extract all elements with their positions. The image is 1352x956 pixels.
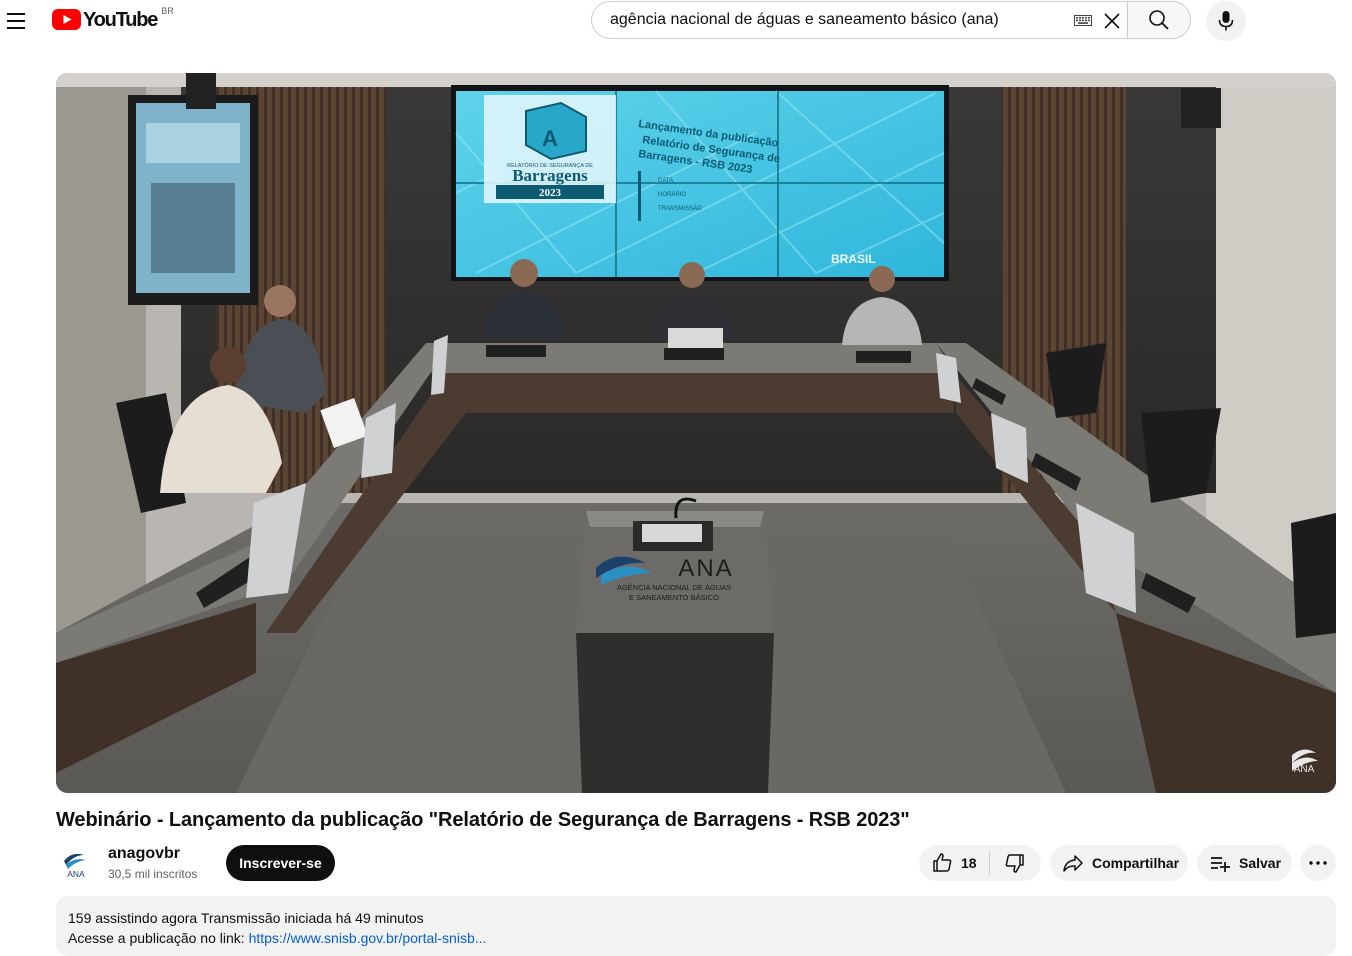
search-box[interactable] (591, 1, 1127, 39)
like-count: 18 (961, 855, 977, 871)
like-button[interactable]: 18 (919, 845, 989, 881)
slide-item-transmissao: TRANSMISSÃO (658, 205, 702, 212)
description-text: Acesse a publicação no link: https://www… (68, 928, 1324, 948)
save-label: Salvar (1239, 855, 1282, 871)
youtube-play-icon (52, 9, 81, 30)
search-input[interactable] (608, 10, 1062, 30)
menu-icon[interactable] (4, 9, 28, 33)
dislike-button[interactable] (990, 845, 1040, 881)
top-bar: YouTube BR (0, 0, 1352, 42)
view-stats: 159 assistindo agora Transmissão iniciad… (68, 910, 424, 926)
thumbs-up-icon (933, 853, 952, 872)
slide-item-horario: HORÁRIO (658, 191, 686, 198)
video-title: Webinário - Lançamento da publicação "Re… (56, 809, 910, 831)
channel-name[interactable]: anagovbr (108, 845, 180, 863)
svg-text:ANA: ANA (67, 869, 85, 879)
share-label: Compartilhar (1092, 855, 1180, 871)
podium-logo: ANA (678, 555, 733, 582)
clear-search-icon[interactable] (1102, 11, 1122, 31)
search-button[interactable] (1127, 1, 1191, 39)
description-box[interactable]: 159 assistindo agora Transmissão iniciad… (56, 896, 1336, 956)
share-button[interactable]: Compartilhar (1050, 845, 1188, 881)
slide-item-data: DATA (658, 178, 673, 184)
voice-search-button[interactable] (1206, 1, 1246, 41)
slide-brand: BRASIL (831, 252, 876, 266)
subscriber-count: 30,5 mil inscritos (108, 867, 198, 881)
channel-avatar[interactable]: ANA (56, 843, 96, 883)
playlist-add-icon (1211, 857, 1230, 872)
more-horizontal-icon (1309, 861, 1327, 865)
description-link[interactable]: https://www.snisb.gov.br/portal-snisb... (249, 930, 487, 946)
thumbs-down-icon (1005, 854, 1024, 873)
podium-line2: E SANEAMENTO BÁSICO (629, 593, 719, 602)
slide-year: 2023 (539, 187, 562, 199)
microphone-icon (1218, 11, 1234, 31)
save-button[interactable]: Salvar (1197, 845, 1292, 881)
keyboard-icon[interactable] (1074, 15, 1092, 26)
description-prefix: Acesse a publicação no link: (68, 930, 249, 946)
more-actions-button[interactable] (1300, 845, 1336, 881)
podium-line1: AGÊNCIA NACIONAL DE ÁGUAS (617, 583, 731, 592)
svg-text:A: A (542, 126, 558, 151)
video-frame: A RELATÓRIO DE SEGURANÇA DE Barragens 20… (56, 73, 1336, 793)
ana-logo-icon: ANA (56, 843, 96, 883)
search-icon (1149, 10, 1169, 30)
like-dislike-group: 18 (919, 845, 1041, 881)
slide-title: Barragens (512, 166, 588, 185)
subscribe-button[interactable]: Inscrever-se (226, 845, 335, 881)
youtube-logo[interactable]: YouTube BR (52, 6, 174, 32)
logo-wordmark: YouTube (83, 9, 158, 31)
player-watermark: ANA (1294, 764, 1315, 775)
region-code: BR (161, 6, 174, 16)
share-icon (1063, 855, 1083, 872)
video-player[interactable]: A RELATÓRIO DE SEGURANÇA DE Barragens 20… (56, 73, 1336, 793)
